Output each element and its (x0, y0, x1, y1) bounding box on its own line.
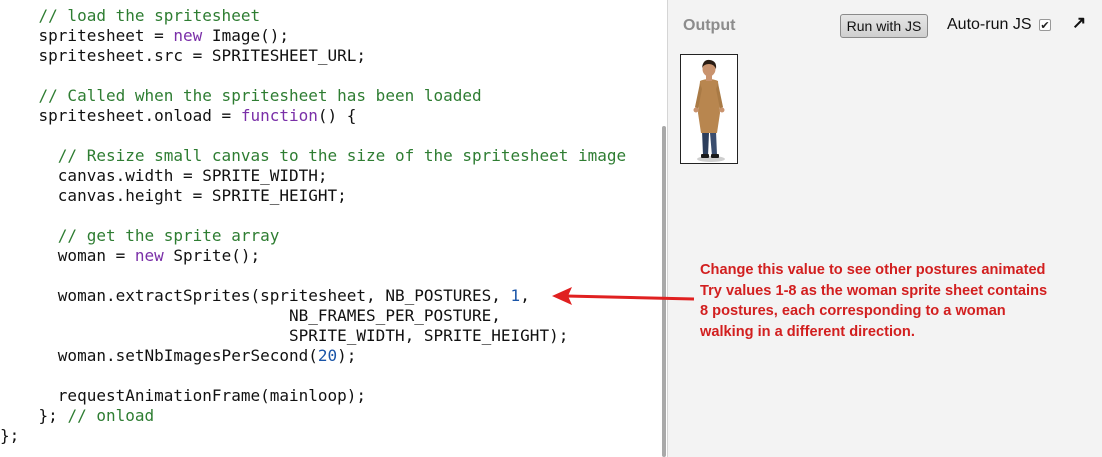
code-line[interactable] (0, 126, 626, 146)
annotation-line: Change this value to see other postures … (700, 262, 1046, 278)
code-line[interactable]: SPRITE_WIDTH, SPRITE_HEIGHT); (0, 326, 626, 346)
code-token: canvas.height = SPRITE_HEIGHT; (0, 186, 347, 205)
code-line[interactable]: }; (0, 426, 626, 446)
code-token: woman = (0, 246, 135, 265)
output-pane: Output Run with JS Auto-run JS ✔ ↗ (668, 0, 1102, 457)
code-token: Image(); (202, 26, 289, 45)
woman-sprite-image (693, 59, 725, 162)
code-line[interactable] (0, 366, 626, 386)
annotation-line: 8 postures, each corresponding to a woma… (700, 303, 1006, 319)
code-line[interactable]: spritesheet.onload = function() { (0, 106, 626, 126)
code-comment: // onload (67, 406, 155, 425)
code-token: SPRITE_WIDTH, SPRITE_HEIGHT); (0, 326, 569, 345)
code-token: ); (337, 346, 357, 365)
code-token: , (520, 286, 530, 305)
code-line[interactable]: requestAnimationFrame(mainloop); (0, 386, 626, 406)
code-comment: // Called when the spritesheet has been … (38, 86, 482, 105)
auto-run-checkbox[interactable]: ✔ (1039, 19, 1051, 32)
expand-icon[interactable]: ↗ (1072, 13, 1086, 33)
code-line[interactable]: woman.extractSprites(spritesheet, NB_POS… (0, 286, 626, 306)
code-token: }; (0, 426, 20, 445)
code-line[interactable]: woman.setNbImagesPerSecond(20); (0, 346, 626, 366)
code-token: woman.setNbImagesPerSecond( (0, 346, 318, 365)
sprite-canvas (680, 54, 738, 164)
code-line[interactable]: canvas.height = SPRITE_HEIGHT; (0, 186, 626, 206)
code-line[interactable] (0, 206, 626, 226)
code-line[interactable]: NB_FRAMES_PER_POSTURE, (0, 306, 626, 326)
code-keyword: function (240, 106, 318, 125)
code-token: }; (0, 406, 68, 425)
run-with-js-button[interactable]: Run with JS (840, 14, 928, 38)
code-token: woman.extractSprites(spritesheet, NB_POS… (0, 286, 511, 305)
output-label: Output (683, 17, 736, 34)
code-comment: // Resize small canvas to the size of th… (57, 146, 627, 165)
code-line[interactable] (0, 66, 626, 86)
code-number: 1 (510, 286, 521, 305)
code-token: spritesheet = (0, 26, 174, 45)
code-number: 20 (317, 346, 338, 365)
code-comment: // load the spritesheet (38, 6, 261, 25)
code-line[interactable]: // Called when the spritesheet has been … (0, 86, 626, 106)
editor-scrollbar[interactable] (662, 126, 666, 457)
code-line[interactable]: spritesheet = new Image(); (0, 26, 626, 46)
code-content[interactable]: // load the spritesheet spritesheet = ne… (0, 6, 626, 446)
code-line[interactable]: // Resize small canvas to the size of th… (0, 146, 626, 166)
code-token: requestAnimationFrame(mainloop); (0, 386, 367, 405)
code-keyword: new (173, 26, 203, 45)
code-line[interactable]: // load the spritesheet (0, 6, 626, 26)
code-token: spritesheet.src = SPRITESHEET_URL; (0, 46, 367, 65)
code-token: NB_FRAMES_PER_POSTURE, (0, 306, 501, 325)
code-token: Sprite(); (163, 246, 261, 265)
auto-run-label: Auto-run JS (947, 16, 1032, 33)
code-keyword: new (134, 246, 164, 265)
code-token: canvas.width = SPRITE_WIDTH; (0, 166, 328, 185)
code-line[interactable]: }; // onload (0, 406, 626, 426)
code-token: spritesheet.onload = (0, 106, 241, 125)
annotation-line: walking in a different direction. (700, 323, 915, 340)
code-comment: // get the sprite array (57, 226, 280, 245)
annotation-note: Change this value to see other postures … (700, 260, 1100, 342)
code-line[interactable] (0, 266, 626, 286)
code-line[interactable]: // get the sprite array (0, 226, 626, 246)
annotation-line: Try values 1-8 as the woman sprite sheet… (700, 282, 1048, 299)
code-line[interactable]: woman = new Sprite(); (0, 246, 626, 266)
code-line[interactable]: canvas.width = SPRITE_WIDTH; (0, 166, 626, 186)
code-token: () { (317, 106, 357, 125)
code-line[interactable]: spritesheet.src = SPRITESHEET_URL; (0, 46, 626, 66)
code-editor[interactable]: // load the spritesheet spritesheet = ne… (0, 0, 668, 457)
